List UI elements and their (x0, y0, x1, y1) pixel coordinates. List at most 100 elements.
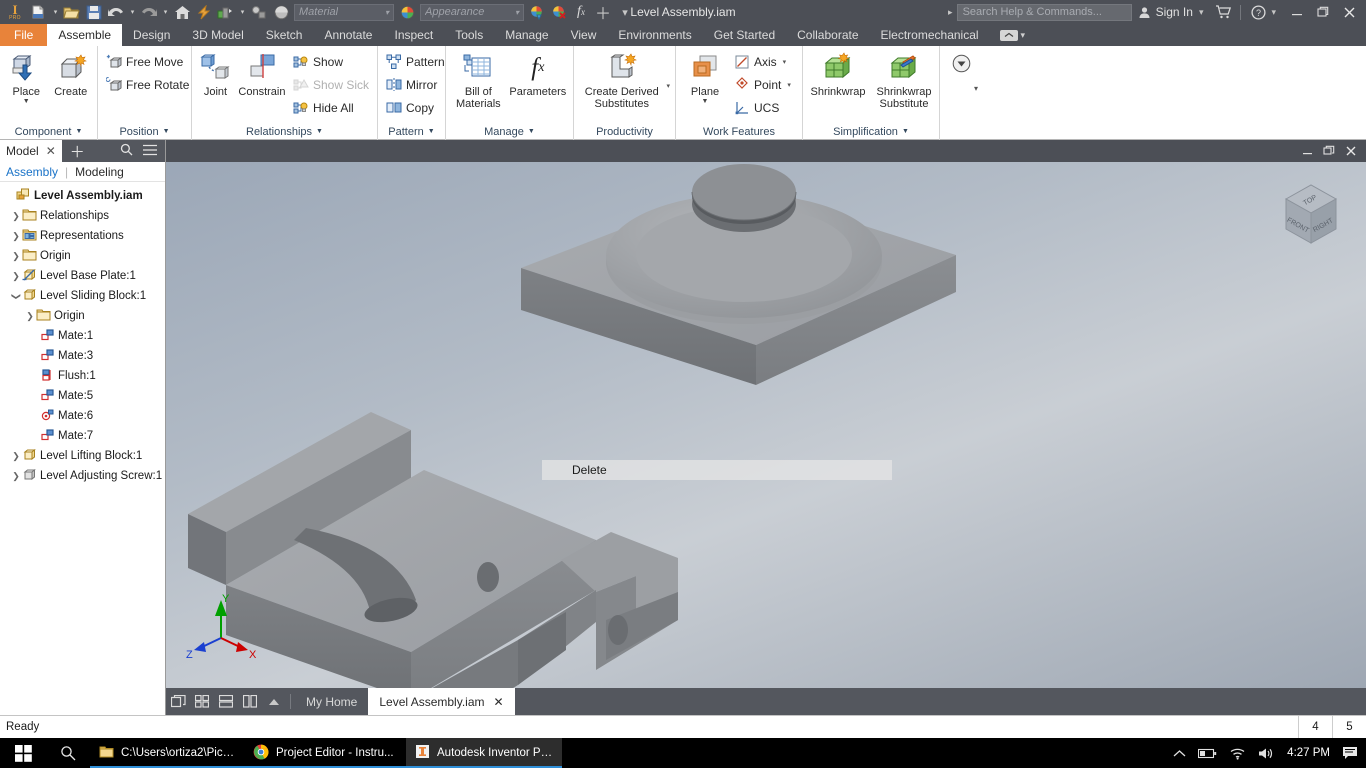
fx-parameters-icon[interactable]: fx (570, 1, 592, 23)
tree-node-relationships[interactable]: ❯ Relationships (0, 206, 165, 226)
appearance-clear-icon[interactable] (548, 1, 570, 23)
tab-manage[interactable]: Manage (494, 24, 559, 46)
appearance-sphere-icon[interactable] (396, 1, 418, 23)
help-dropdown-icon[interactable]: ▾ (1271, 7, 1284, 18)
place-dropdown-icon[interactable]: ▼ (23, 98, 30, 105)
doc-tab-level-assembly[interactable]: Level Assembly.iam ✕ (368, 688, 514, 715)
add-to-qat-icon[interactable]: ＋ (592, 1, 614, 23)
tab-inspect[interactable]: Inspect (383, 24, 444, 46)
chevron-down-icon[interactable]: ▼ (902, 128, 909, 135)
clock[interactable]: 4:27 PM (1287, 747, 1330, 759)
expander-collapsed-icon[interactable]: ❯ (10, 231, 22, 242)
project-icon[interactable] (215, 1, 237, 23)
show-sick-button[interactable]: Show Sick (290, 74, 372, 96)
undo-icon[interactable] (105, 1, 127, 23)
ribbon-minimize-icon[interactable] (1000, 30, 1018, 41)
grid-icon[interactable] (190, 688, 214, 715)
taskbar-app-explorer[interactable]: C:\Users\ortiza2\Pict... (90, 738, 244, 768)
ribbon-options-caret-icon[interactable]: ▾ (1021, 30, 1026, 41)
tab-tools[interactable]: Tools (444, 24, 494, 46)
material-sphere-icon[interactable] (270, 1, 292, 23)
windows-start-icon[interactable] (0, 738, 46, 768)
collapse-icon[interactable] (262, 688, 286, 715)
panel-title-simplification[interactable]: Simplification ▼ (803, 123, 939, 140)
part-level-base-plate[interactable] (521, 164, 956, 385)
taskbar-app-chrome[interactable]: Project Editor - Instru... (244, 738, 406, 768)
battery-icon[interactable] (1198, 748, 1217, 759)
search-icon[interactable] (120, 143, 133, 159)
expander-collapsed-icon[interactable]: ❯ (10, 471, 22, 482)
create-derived-dropdown-icon[interactable]: ▾ (666, 82, 670, 90)
minimize-button[interactable] (1284, 0, 1310, 24)
sign-in-dropdown-icon[interactable]: ▾ (1199, 7, 1211, 18)
tile-icon[interactable] (166, 688, 190, 715)
tree-node-level-adjusting-screw[interactable]: ❯ Level Adjusting Screw:1 (0, 466, 165, 486)
tab-file[interactable]: File (0, 24, 47, 46)
chevron-up-icon[interactable] (1173, 749, 1186, 758)
material-combo[interactable]: Material ▾ (294, 4, 394, 21)
hide-all-button[interactable]: Hide All (290, 97, 372, 119)
select-icon[interactable] (248, 1, 270, 23)
chevron-down-icon[interactable]: ▼ (75, 128, 82, 135)
point-dropdown-icon[interactable]: ▾ (787, 81, 791, 89)
show-relationships-button[interactable]: Show (290, 51, 372, 73)
ucs-button[interactable]: UCS (731, 97, 794, 119)
open-file-icon[interactable] (61, 1, 83, 23)
expander-collapsed-icon[interactable]: ❯ (10, 451, 22, 462)
close-button[interactable] (1336, 0, 1362, 24)
ribbon-display-options[interactable]: ▾ (990, 24, 1036, 46)
appearance-combo[interactable]: Appearance ▾ (420, 4, 524, 21)
plane-button[interactable]: Plane ▼ (681, 49, 729, 105)
expander-expanded-icon[interactable]: ❯ (11, 290, 22, 302)
panel-title-position[interactable]: Position ▼ (98, 123, 191, 140)
context-menu[interactable]: Delete (542, 460, 892, 480)
axis-button[interactable]: Axis ▾ (731, 51, 794, 73)
filter-modeling[interactable]: Modeling (75, 165, 124, 179)
tab-sketch[interactable]: Sketch (255, 24, 314, 46)
tree-node-level-lifting-block[interactable]: ❯ Level Lifting Block:1 (0, 446, 165, 466)
tree-node-level-assembly[interactable]: Level Assembly.iam (0, 186, 165, 206)
mirror-button[interactable]: Mirror (383, 74, 448, 96)
expander-collapsed-icon[interactable]: ❯ (10, 211, 22, 222)
free-rotate-button[interactable]: Free Rotate (103, 74, 192, 96)
tab-design[interactable]: Design (122, 24, 181, 46)
tree-node-mate-5[interactable]: Mate:5 (0, 386, 165, 406)
appearance-apply-icon[interactable] (526, 1, 548, 23)
expander-collapsed-icon[interactable]: ❯ (24, 311, 36, 322)
panel-title-component[interactable]: Component ▼ (0, 123, 97, 140)
tree-node-level-sliding-block[interactable]: ❯ Level Sliding Block:1 (0, 286, 165, 306)
create-button[interactable]: Create (50, 49, 93, 98)
sign-in-button[interactable]: Sign In (1132, 5, 1199, 19)
tree-node-representations[interactable]: ❯ Representations (0, 226, 165, 246)
tree-node-mate-3[interactable]: Mate:3 (0, 346, 165, 366)
panel-title-pattern[interactable]: Pattern ▼ (378, 123, 445, 140)
view-cube[interactable]: TOP FRONT RIGHT (1268, 175, 1354, 255)
horizontal-split-icon[interactable] (214, 688, 238, 715)
tree-node-mate-7[interactable]: Mate:7 (0, 426, 165, 446)
chevron-down-icon[interactable]: ▼ (316, 128, 323, 135)
panel-overflow-icon[interactable] (952, 54, 971, 78)
qat-dropdown-icon[interactable]: ▾ (614, 1, 636, 23)
new-file-icon[interactable] (28, 1, 50, 23)
joint-button[interactable]: Joint (197, 49, 234, 98)
plus-icon[interactable]: ＋ (70, 141, 85, 162)
tree-node-origin-nested[interactable]: ❯ Origin (0, 306, 165, 326)
taskbar-app-inventor[interactable]: Autodesk Inventor Pr... (406, 738, 562, 768)
volume-icon[interactable] (1258, 747, 1275, 760)
chevron-down-icon[interactable]: ▼ (428, 128, 435, 135)
tree-node-level-base-plate[interactable]: ❯ Level Base Plate:1 (0, 266, 165, 286)
panel-title-manage[interactable]: Manage ▼ (446, 123, 573, 140)
redo-icon[interactable] (138, 1, 160, 23)
save-icon[interactable] (83, 1, 105, 23)
project-dropdown-icon[interactable]: ▾ (237, 1, 248, 23)
vertical-split-icon[interactable] (238, 688, 262, 715)
chevron-down-icon[interactable]: ▼ (528, 128, 535, 135)
close-icon[interactable]: ✕ (494, 695, 504, 709)
help-icon[interactable]: ? (1245, 0, 1271, 24)
context-menu-item-delete[interactable]: Delete (572, 463, 607, 477)
cart-icon[interactable] (1210, 0, 1236, 24)
redo-dropdown-icon[interactable]: ▾ (160, 1, 171, 23)
shrinkwrap-button[interactable]: Shrinkwrap (808, 49, 868, 98)
tab-electromechanical[interactable]: Electromechanical (870, 24, 990, 46)
tab-get-started[interactable]: Get Started (703, 24, 786, 46)
